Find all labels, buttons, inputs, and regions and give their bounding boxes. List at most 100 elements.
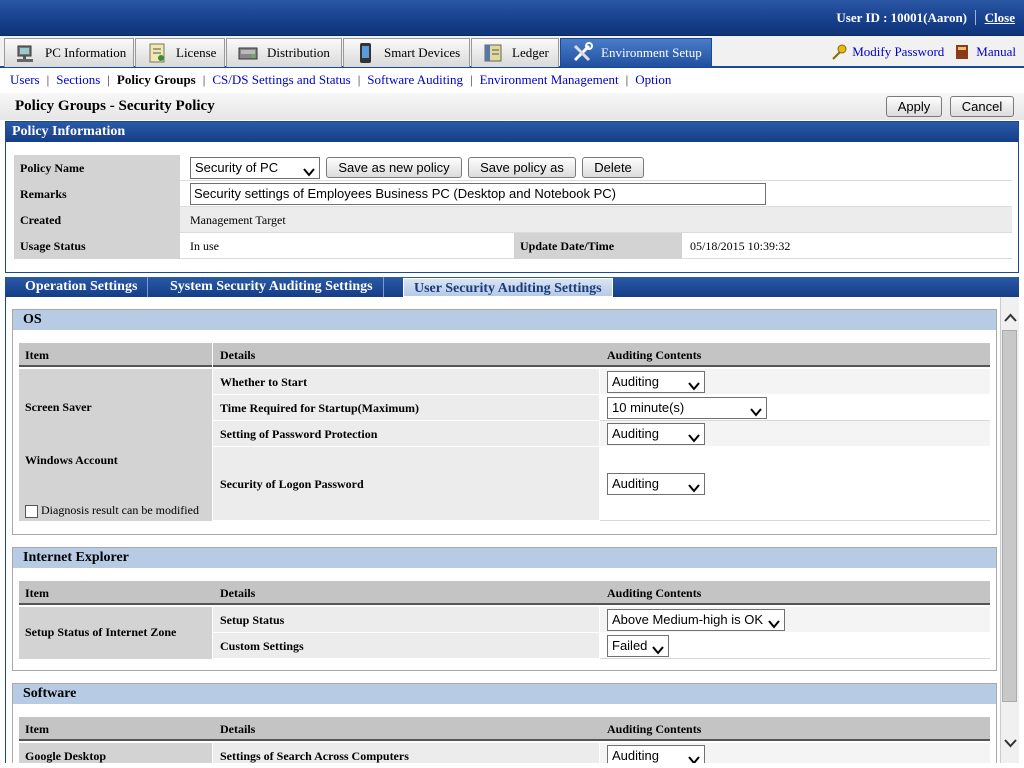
tab-smart-devices[interactable]: Smart Devices: [343, 38, 470, 67]
tab-operation-settings[interactable]: Operation Settings: [15, 277, 149, 297]
diagnosis-text: Diagnosis result can be modified: [41, 503, 199, 517]
time-required-label: Time Required for Startup(Maximum): [220, 401, 419, 415]
setup-status-label: Setup Status: [220, 613, 285, 627]
whether-to-start-label: Whether to Start: [220, 375, 308, 389]
whether-to-start-select[interactable]: Auditing: [607, 371, 705, 393]
selected-value: Auditing: [612, 426, 659, 441]
screen-saver-cell: Screen Saver: [19, 369, 212, 447]
software-section: Software Item Details Auditing Contents …: [12, 683, 997, 763]
ie-section-title: Internet Explorer: [13, 548, 996, 568]
google-desktop-cell: Google Desktop: [19, 743, 212, 763]
time-required-select[interactable]: 10 minute(s): [607, 397, 767, 419]
tab-label: Environment Setup: [601, 45, 702, 60]
tools-icon: [571, 42, 595, 64]
custom-settings-select[interactable]: Failed: [607, 635, 669, 657]
internet-zone-cell: Setup Status of Internet Zone: [19, 607, 212, 659]
chevron-down-icon: [750, 403, 762, 417]
chevron-down-icon: [303, 163, 315, 177]
settings-tab-bar: Operation Settings System Security Audit…: [5, 277, 1019, 297]
logon-password-select[interactable]: Auditing: [607, 473, 705, 495]
license-icon: [146, 42, 170, 64]
search-across-select[interactable]: Auditing: [607, 745, 705, 763]
subnav-cs-ds-settings[interactable]: CS/DS Settings and Status: [212, 72, 350, 88]
tab-user-security-auditing[interactable]: User Security Auditing Settings: [403, 278, 613, 297]
tab-system-security-auditing[interactable]: System Security Auditing Settings: [160, 277, 384, 297]
tab-ledger[interactable]: Ledger: [471, 38, 559, 67]
internet-zone-label: Setup Status of Internet Zone: [25, 625, 177, 639]
selected-value: Auditing: [612, 748, 659, 763]
key-icon: [830, 44, 848, 60]
chevron-down-icon: [688, 377, 700, 391]
policy-name-label: Policy Name: [14, 155, 180, 181]
content-area: OS Item Details Auditing Contents Screen…: [5, 297, 1000, 763]
logon-password-label: Security of Logon Password: [220, 477, 364, 491]
password-protection-label: Setting of Password Protection: [220, 427, 378, 441]
divider: [975, 10, 976, 25]
remarks-row: Remarks Security settings of Employees B…: [14, 181, 1012, 207]
selected-value: Security of PC: [195, 160, 279, 175]
save-as-new-policy-button[interactable]: Save as new policy: [326, 157, 462, 178]
screen-saver-label: Screen Saver: [25, 400, 92, 414]
save-policy-as-button[interactable]: Save policy as: [468, 157, 576, 178]
diagnosis-checkbox-label[interactable]: Diagnosis result can be modified: [25, 503, 199, 518]
search-across-row: Settings of Search Across Computers: [213, 743, 599, 763]
user-id: User ID : 10001(Aaron): [836, 10, 967, 25]
tab-label: Distribution: [267, 45, 330, 60]
scroll-down-icon[interactable]: [1004, 737, 1017, 752]
close-link[interactable]: Close: [985, 10, 1015, 26]
sub-nav: Users | Sections | Policy Groups | CS/DS Se…: [0, 68, 1024, 92]
delete-button[interactable]: Delete: [582, 157, 644, 178]
diagnosis-checkbox[interactable]: [25, 504, 38, 518]
setup-status-row: Setup Status: [213, 607, 599, 633]
setup-status-select[interactable]: Above Medium-high is OK: [607, 609, 785, 631]
scroll-up-icon[interactable]: [1004, 311, 1017, 326]
scrollbar-thumb[interactable]: [1002, 330, 1017, 702]
details-header: Details: [220, 348, 256, 362]
time-required-value-cell: 10 minute(s): [600, 395, 990, 421]
distribution-icon: [237, 42, 261, 64]
ledger-icon: [482, 42, 506, 64]
policy-name-select[interactable]: Security of PC: [190, 157, 320, 179]
os-table-header: Item Details Auditing Contents: [19, 343, 990, 367]
subnav-software-auditing[interactable]: Software Auditing: [367, 72, 463, 88]
custom-settings-value-cell: Failed: [600, 633, 990, 659]
main-nav: PC Information License Distribution Smar…: [0, 36, 1024, 68]
software-section-title: Software: [13, 684, 996, 704]
selected-value: 10 minute(s): [612, 400, 685, 415]
password-protection-select[interactable]: Auditing: [607, 423, 705, 445]
smart-device-icon: [354, 42, 378, 64]
created-value: Management Target: [190, 213, 286, 227]
setup-status-value-cell: Above Medium-high is OK: [600, 607, 990, 633]
tab-distribution[interactable]: Distribution: [226, 38, 342, 67]
subnav-sections[interactable]: Sections: [56, 72, 100, 88]
apply-button[interactable]: Apply: [886, 96, 942, 117]
tab-label: Ledger: [512, 45, 549, 60]
tab-pc-information[interactable]: PC Information: [4, 38, 134, 67]
tab-label: PC Information: [45, 45, 127, 60]
custom-settings-row: Custom Settings: [213, 633, 599, 659]
google-desktop-label: Google Desktop: [25, 749, 106, 763]
remarks-input[interactable]: Security settings of Employees Business …: [190, 183, 766, 205]
tab-license[interactable]: License: [135, 38, 225, 67]
manual-link[interactable]: Manual: [976, 44, 1016, 60]
windows-account-cell: Windows Account Diagnosis result can be …: [19, 447, 212, 521]
tab-environment-setup[interactable]: Environment Setup: [560, 38, 712, 67]
cancel-button[interactable]: Cancel: [950, 96, 1014, 117]
modify-password-link[interactable]: Modify Password: [852, 44, 944, 60]
logon-password-value-cell: Auditing: [600, 447, 990, 521]
top-bar: User ID : 10001(Aaron) Close: [0, 0, 1024, 36]
usage-status-label: Usage Status: [14, 233, 180, 259]
item-header: Item: [25, 348, 49, 362]
details-header: Details: [220, 586, 256, 600]
policy-information-panel: Policy Information Policy Name Security …: [5, 121, 1019, 273]
remarks-label: Remarks: [14, 181, 180, 207]
whether-to-start-row: Whether to Start: [213, 369, 599, 395]
usage-status-row: Usage Status In use Update Date/Time 05/…: [14, 233, 1012, 259]
subnav-users[interactable]: Users: [10, 72, 40, 88]
time-required-row: Time Required for Startup(Maximum): [213, 395, 599, 421]
subnav-environment-management[interactable]: Environment Management: [480, 72, 619, 88]
subnav-option[interactable]: Option: [635, 72, 671, 88]
policy-information-heading: Policy Information: [6, 122, 1018, 142]
chevron-down-icon: [688, 479, 700, 493]
update-datetime-value: 05/18/2015 10:39:32: [690, 239, 791, 253]
